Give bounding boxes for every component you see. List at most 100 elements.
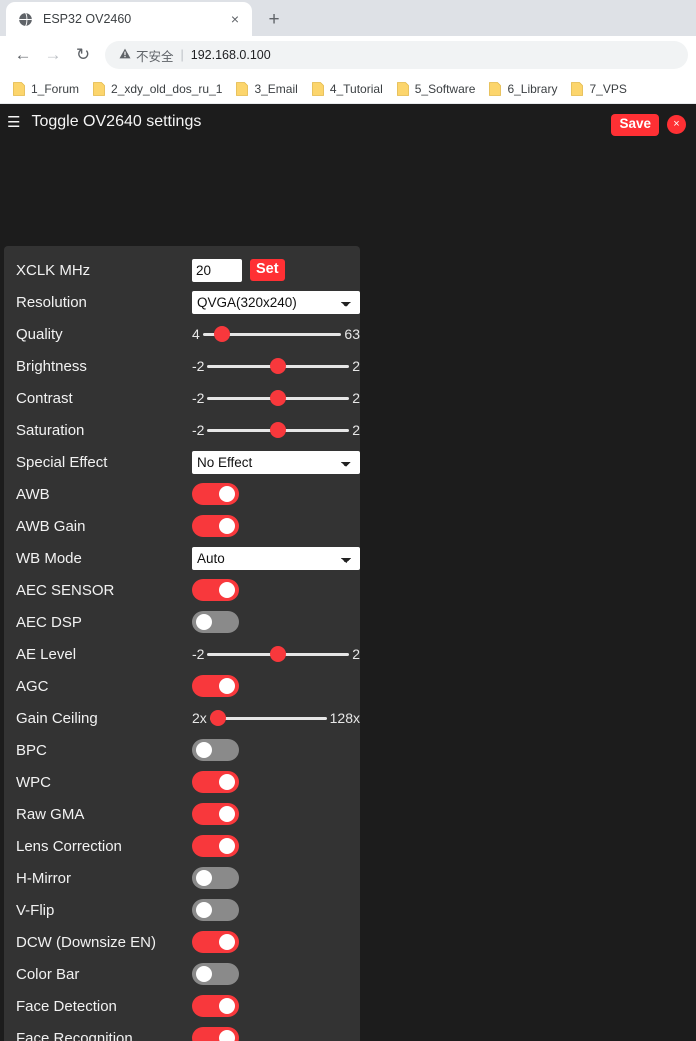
- setting-row-contrast: Contrast -2 2: [12, 382, 360, 414]
- dcw-toggle[interactable]: [192, 931, 239, 953]
- slider-thumb[interactable]: [209, 710, 226, 726]
- slider-min-label: -2: [192, 390, 205, 406]
- gain-ceiling-slider[interactable]: 2x 128x: [192, 710, 360, 726]
- setting-row-bpc: BPC: [12, 734, 352, 766]
- setting-label: Brightness: [16, 357, 87, 375]
- toggle-settings-header[interactable]: ☰ Toggle OV2640 settings: [0, 104, 696, 138]
- h-mirror-toggle[interactable]: [192, 867, 239, 889]
- toggle-knob: [219, 806, 235, 822]
- bookmark-item[interactable]: 2_xdy_old_dos_ru_1: [86, 79, 229, 99]
- slider-track[interactable]: [207, 422, 350, 438]
- setting-row-aec-sensor: AEC SENSOR: [12, 574, 352, 606]
- setting-row-lens-correction: Lens Correction: [12, 830, 352, 862]
- slider-track-line: [209, 717, 327, 720]
- setting-label: AEC SENSOR: [16, 581, 115, 599]
- bookmark-item[interactable]: 7_VPS: [564, 79, 633, 99]
- setting-row-wpc: WPC: [12, 766, 352, 798]
- contrast-slider[interactable]: -2 2: [192, 390, 360, 406]
- quality-slider[interactable]: 4 63: [192, 326, 360, 342]
- awb-toggle[interactable]: [192, 483, 239, 505]
- bpc-toggle[interactable]: [192, 739, 239, 761]
- setting-row-resolution: Resolution QVGA(320x240): [12, 286, 360, 318]
- set-button[interactable]: Set: [250, 259, 285, 281]
- setting-row-v-flip: V-Flip: [12, 894, 352, 926]
- agc-toggle[interactable]: [192, 675, 239, 697]
- resolution-select[interactable]: QVGA(320x240): [192, 290, 360, 314]
- wpc-toggle[interactable]: [192, 771, 239, 793]
- color-bar-toggle[interactable]: [192, 963, 239, 985]
- hamburger-icon[interactable]: ☰: [7, 115, 20, 130]
- folder-icon: [93, 81, 105, 96]
- bookmark-label: 2_xdy_old_dos_ru_1: [111, 81, 223, 96]
- toggle-settings-label: Toggle OV2640 settings: [31, 113, 202, 130]
- face-detection-toggle[interactable]: [192, 995, 239, 1017]
- bookmark-label: 3_Email: [254, 81, 298, 96]
- setting-label: WB Mode: [16, 549, 82, 567]
- close-icon[interactable]: ×: [667, 115, 686, 135]
- bookmark-item[interactable]: 3_Email: [229, 79, 304, 99]
- v-flip-toggle[interactable]: [192, 899, 239, 921]
- toggle-knob: [196, 966, 212, 982]
- toggle-knob: [219, 838, 235, 854]
- toggle-knob: [196, 614, 212, 630]
- save-button[interactable]: Save: [611, 114, 659, 136]
- slider-track[interactable]: [209, 710, 327, 726]
- bookmark-label: 4_Tutorial: [329, 81, 383, 96]
- slider-thumb[interactable]: [270, 390, 287, 406]
- slider-max-label: 2: [352, 422, 360, 438]
- globe-icon: [17, 11, 33, 27]
- folder-icon: [571, 81, 584, 96]
- bookmark-item[interactable]: 6_Library: [482, 79, 564, 99]
- lens-correction-toggle[interactable]: [192, 835, 239, 857]
- slider-thumb[interactable]: [270, 422, 287, 438]
- slider-track[interactable]: [207, 358, 350, 374]
- bookmark-item[interactable]: 4_Tutorial: [305, 79, 390, 99]
- back-icon[interactable]: ←: [8, 40, 38, 70]
- aec-dsp-toggle[interactable]: [192, 611, 239, 633]
- forward-icon[interactable]: →: [38, 40, 68, 70]
- slider-max-label: 63: [344, 326, 360, 342]
- slider-max-label: 128x: [329, 710, 360, 726]
- wb-mode-select[interactable]: Auto: [192, 546, 360, 570]
- reload-icon[interactable]: ↻: [68, 40, 98, 70]
- raw-gma-toggle[interactable]: [192, 803, 239, 825]
- awb-gain-toggle[interactable]: [192, 515, 239, 537]
- toggle-knob: [196, 902, 212, 918]
- not-secure-warning-icon: [119, 48, 131, 63]
- folder-icon: [311, 81, 324, 96]
- saturation-slider[interactable]: -2 2: [192, 422, 360, 438]
- setting-label: Special Effect: [16, 453, 108, 471]
- browser-tab[interactable]: ESP32 OV2460 ×: [6, 2, 252, 36]
- address-bar[interactable]: 不安全 | 192.168.0.100: [105, 41, 688, 69]
- bookmark-item[interactable]: 5_Software: [390, 79, 483, 99]
- close-icon[interactable]: ×: [226, 10, 244, 28]
- slider-thumb[interactable]: [270, 646, 287, 662]
- slider-thumb[interactable]: [214, 326, 231, 342]
- bookmark-item[interactable]: 1_Forum: [6, 79, 86, 99]
- setting-row-special-effect: Special Effect No Effect: [12, 446, 360, 478]
- setting-row-aec-dsp: AEC DSP: [12, 606, 352, 638]
- setting-label: Quality: [16, 325, 63, 343]
- slider-track[interactable]: [207, 390, 350, 406]
- slider-thumb[interactable]: [270, 358, 287, 374]
- slider-track[interactable]: [207, 646, 350, 662]
- new-tab-button[interactable]: +: [260, 5, 288, 33]
- bookmark-label: 1_Forum: [31, 81, 80, 96]
- setting-label: Lens Correction: [16, 837, 122, 855]
- page-body: ☰ Toggle OV2640 settings Save × XCLK MHz…: [0, 104, 696, 1041]
- setting-label: WPC: [16, 773, 51, 791]
- setting-label: Contrast: [16, 389, 73, 407]
- slider-track[interactable]: [202, 326, 342, 342]
- special-effect-select[interactable]: No Effect: [192, 450, 360, 474]
- xclk-input[interactable]: [192, 258, 242, 282]
- face-recognition-toggle[interactable]: [192, 1027, 239, 1041]
- browser-chrome: ESP32 OV2460 × + ← → ↻ 不安全 | 192.168.0.1…: [0, 0, 696, 104]
- bookmark-label: 7_VPS: [589, 81, 627, 96]
- ae-level-slider[interactable]: -2 2: [192, 646, 360, 662]
- brightness-slider[interactable]: -2 2: [192, 358, 360, 374]
- tab-strip: ESP32 OV2460 × +: [0, 0, 696, 36]
- toggle-knob: [219, 486, 235, 502]
- aec-sensor-toggle[interactable]: [192, 579, 239, 601]
- setting-label: Saturation: [16, 421, 85, 439]
- setting-row-h-mirror: H-Mirror: [12, 862, 352, 894]
